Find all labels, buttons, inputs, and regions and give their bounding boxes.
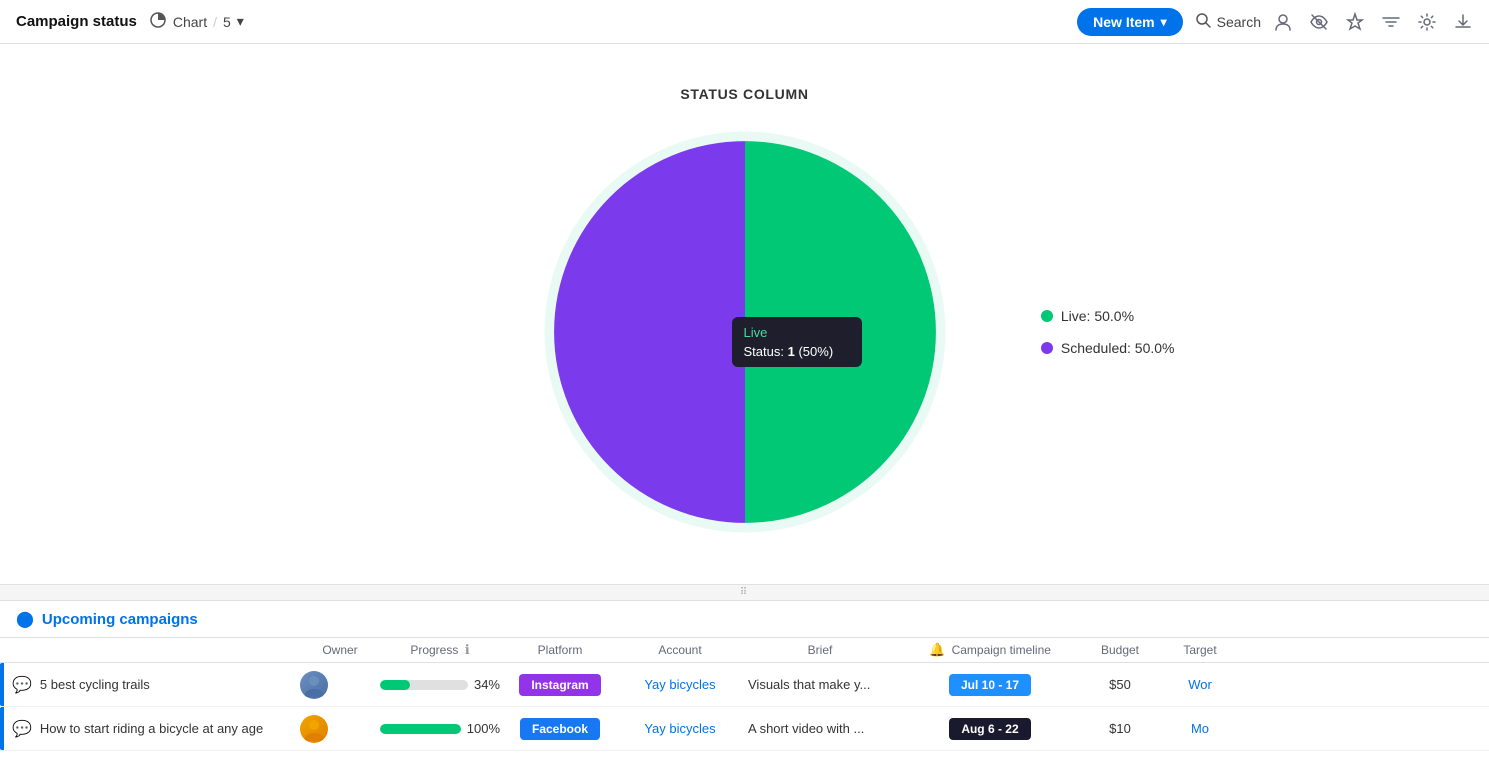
progress-fill — [380, 680, 410, 690]
legend-label-scheduled: Scheduled: 50.0% — [1061, 340, 1175, 356]
new-item-dropdown-arrow: ▾ — [1161, 15, 1167, 29]
progress-label: 100% — [467, 721, 500, 736]
row-timeline-cell: Aug 6 - 22 — [900, 718, 1080, 740]
col-header-account: Account — [620, 643, 740, 657]
view-separator: / — [213, 14, 217, 30]
view-count: 5 — [223, 14, 231, 30]
chart-legend: Live: 50.0% Scheduled: 50.0% — [1041, 308, 1175, 356]
comment-icon[interactable]: 💬 — [12, 675, 32, 695]
col-header-target: Target — [1160, 643, 1240, 657]
chart-title: STATUS COLUMN — [680, 86, 808, 102]
header-icons — [1273, 12, 1473, 32]
comment-icon[interactable]: 💬 — [12, 719, 32, 739]
row-budget-cell: $50 — [1080, 677, 1160, 692]
row-owner-cell — [300, 671, 380, 699]
platform-badge: Facebook — [520, 718, 600, 740]
row-brief-cell: A short video with ... — [740, 721, 900, 736]
timeline-badge: Jul 10 - 17 — [949, 674, 1031, 696]
progress-bar — [380, 724, 461, 734]
legend-item-scheduled: Scheduled: 50.0% — [1041, 340, 1175, 356]
row-brief-cell: Visuals that make y... — [740, 677, 900, 692]
col-header-budget: Budget — [1080, 643, 1160, 657]
section-toggle-icon[interactable]: ⬤ — [16, 609, 34, 629]
section-header-row: ⬤ Upcoming campaigns — [0, 601, 1489, 638]
eye-icon[interactable] — [1309, 12, 1329, 32]
row-platform-cell: Instagram — [500, 674, 620, 696]
drag-dots: ⠿ — [740, 587, 749, 598]
progress-fill — [380, 724, 461, 734]
legend-label-live: Live: 50.0% — [1061, 308, 1134, 324]
col-header-timeline: 🔔 Campaign timeline — [900, 642, 1080, 658]
avatar — [300, 715, 328, 743]
table-row: 💬 How to start riding a bicycle at any a… — [0, 707, 1489, 751]
row-account-cell[interactable]: Yay bicycles — [620, 721, 740, 736]
pie-chart[interactable] — [535, 122, 955, 542]
legend-item-live: Live: 50.0% — [1041, 308, 1175, 324]
chart-area: STATUS COLUMN Live Status: 1 (50%) Live:… — [0, 44, 1489, 584]
progress-info-icon[interactable]: ℹ — [465, 642, 470, 657]
avatar — [300, 671, 328, 699]
download-icon[interactable] — [1453, 12, 1473, 32]
row-owner-cell — [300, 715, 380, 743]
chart-container: Live Status: 1 (50%) Live: 50.0% Schedul… — [535, 122, 955, 542]
app-header: Campaign status Chart / 5 ▾ New Item ▾ S… — [0, 0, 1489, 44]
filter-icon[interactable] — [1381, 12, 1401, 32]
row-target-cell: Mo — [1160, 721, 1240, 736]
col-header-owner: Owner — [300, 643, 380, 657]
table-area: ⬤ Upcoming campaigns Owner Progress ℹ Pl… — [0, 600, 1489, 762]
row-name-cell: 💬 How to start riding a bicycle at any a… — [4, 719, 300, 739]
search-button[interactable]: Search — [1195, 12, 1261, 31]
progress-bar — [380, 680, 468, 690]
chevron-down-icon: ▾ — [237, 13, 244, 30]
bell-icon: 🔔 — [929, 642, 945, 657]
col-header-brief: Brief — [740, 643, 900, 657]
row-target-cell: Wor — [1160, 677, 1240, 692]
row-budget-cell: $10 — [1080, 721, 1160, 736]
row-progress-cell: 100% — [380, 721, 500, 736]
chart-view-icon — [149, 11, 167, 32]
search-icon — [1195, 12, 1211, 31]
progress-label: 34% — [474, 677, 500, 692]
timeline-badge: Aug 6 - 22 — [949, 718, 1030, 740]
view-selector[interactable]: Chart / 5 ▾ — [149, 11, 244, 32]
platform-badge: Instagram — [519, 674, 600, 696]
col-header-platform: Platform — [500, 643, 620, 657]
row-progress-cell: 34% — [380, 677, 500, 692]
row-name-cell: 💬 5 best cycling trails — [4, 675, 300, 695]
resize-handle[interactable]: ⠿ — [0, 584, 1489, 600]
section-title: Upcoming campaigns — [42, 611, 198, 628]
row-name: 5 best cycling trails — [40, 677, 150, 692]
row-timeline-cell: Jul 10 - 17 — [900, 674, 1080, 696]
settings-icon[interactable] — [1417, 12, 1437, 32]
row-account-cell[interactable]: Yay bicycles — [620, 677, 740, 692]
user-icon[interactable] — [1273, 12, 1293, 32]
page-title: Campaign status — [16, 13, 137, 30]
pin-icon[interactable] — [1345, 12, 1365, 32]
search-label: Search — [1217, 14, 1261, 30]
legend-dot-live — [1041, 310, 1053, 322]
view-label: Chart — [173, 14, 207, 30]
col-header-progress: Progress ℹ — [380, 642, 500, 658]
legend-dot-scheduled — [1041, 342, 1053, 354]
new-item-label: New Item — [1093, 14, 1154, 30]
row-platform-cell: Facebook — [500, 718, 620, 740]
table-row: 💬 5 best cycling trails 34% Instagram Ya… — [0, 663, 1489, 707]
new-item-button[interactable]: New Item ▾ — [1077, 8, 1183, 36]
columns-header-row: Owner Progress ℹ Platform Account Brief … — [0, 638, 1489, 663]
row-name: How to start riding a bicycle at any age — [40, 721, 263, 736]
